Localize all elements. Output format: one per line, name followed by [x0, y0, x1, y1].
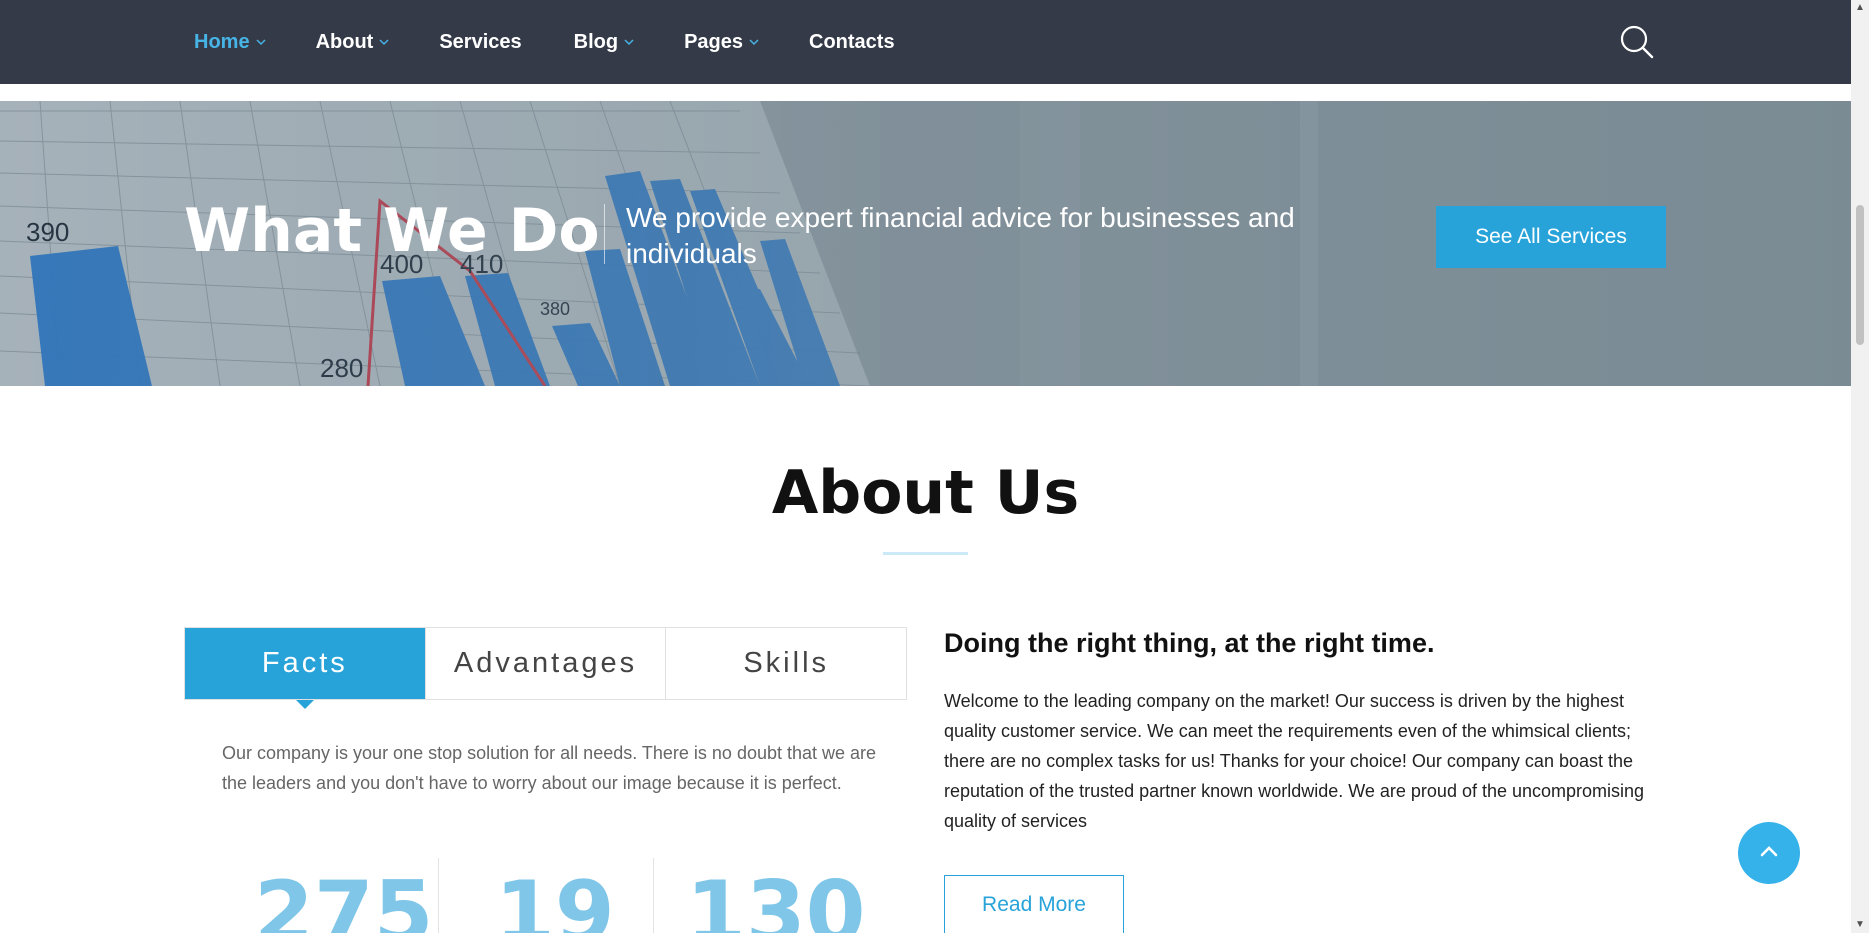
tab-advantages[interactable]: Advantages — [424, 628, 666, 699]
tab-skills[interactable]: Skills — [665, 628, 906, 699]
about-description: Welcome to the leading company on the ma… — [944, 691, 1645, 831]
nav-item-about[interactable]: About — [315, 30, 389, 54]
page: Home About Services Blog Pages Contacts — [0, 0, 1851, 933]
see-all-services-button[interactable]: See All Services — [1436, 206, 1666, 268]
stat-divider — [653, 858, 654, 933]
hero-subtitle: We provide expert financial advice for b… — [626, 202, 1295, 269]
nav-item-home[interactable]: Home — [194, 30, 266, 54]
chevron-down-icon — [379, 38, 389, 46]
nav-item-label: Services — [439, 30, 522, 53]
chevron-up-icon — [1759, 844, 1779, 863]
chevron-down-icon — [256, 38, 266, 46]
nav-item-blog[interactable]: Blog — [573, 30, 634, 54]
main-menu: Home About Services Blog Pages Contacts — [194, 0, 947, 84]
search-icon[interactable] — [1619, 24, 1655, 60]
stat-counter: 130 — [686, 863, 866, 933]
chevron-down-icon — [624, 38, 634, 46]
about-tabs: Facts Advantages Skills — [184, 627, 907, 700]
nav-item-label: Contacts — [809, 30, 895, 53]
stat-counter: 275 — [254, 863, 434, 933]
about-us-title: About Us — [771, 458, 1080, 528]
stat-counter: 19 — [495, 863, 615, 933]
active-tab-pointer — [296, 700, 314, 709]
top-navigation: Home About Services Blog Pages Contacts — [0, 0, 1851, 84]
back-to-top-button[interactable] — [1738, 822, 1800, 884]
facts-text: Our company is your one stop solution fo… — [222, 743, 877, 793]
stat-divider — [438, 858, 439, 933]
about-heading: Doing the right thing, at the right time… — [944, 628, 1435, 658]
scrollbar-thumb[interactable] — [1856, 205, 1864, 345]
nav-item-label: Pages — [684, 30, 744, 53]
nav-item-label: Blog — [573, 30, 619, 53]
nav-item-contacts[interactable]: Contacts — [809, 31, 895, 54]
hero-divider — [604, 204, 605, 264]
nav-item-services[interactable]: Services — [439, 31, 521, 54]
scroll-up-arrow-icon[interactable]: ▲ — [1851, 0, 1869, 16]
title-underline — [883, 552, 968, 555]
page-scrollbar[interactable]: ▲ ▼ — [1851, 0, 1869, 933]
scroll-down-arrow-icon[interactable]: ▼ — [1851, 917, 1869, 933]
nav-item-label: Home — [194, 30, 250, 53]
nav-item-label: About — [315, 30, 374, 53]
tab-facts[interactable]: Facts — [185, 628, 425, 699]
chevron-down-icon — [749, 38, 759, 46]
hero-title: What We Do — [184, 196, 600, 266]
read-more-button[interactable]: Read More — [944, 875, 1124, 933]
nav-item-pages[interactable]: Pages — [684, 30, 759, 54]
